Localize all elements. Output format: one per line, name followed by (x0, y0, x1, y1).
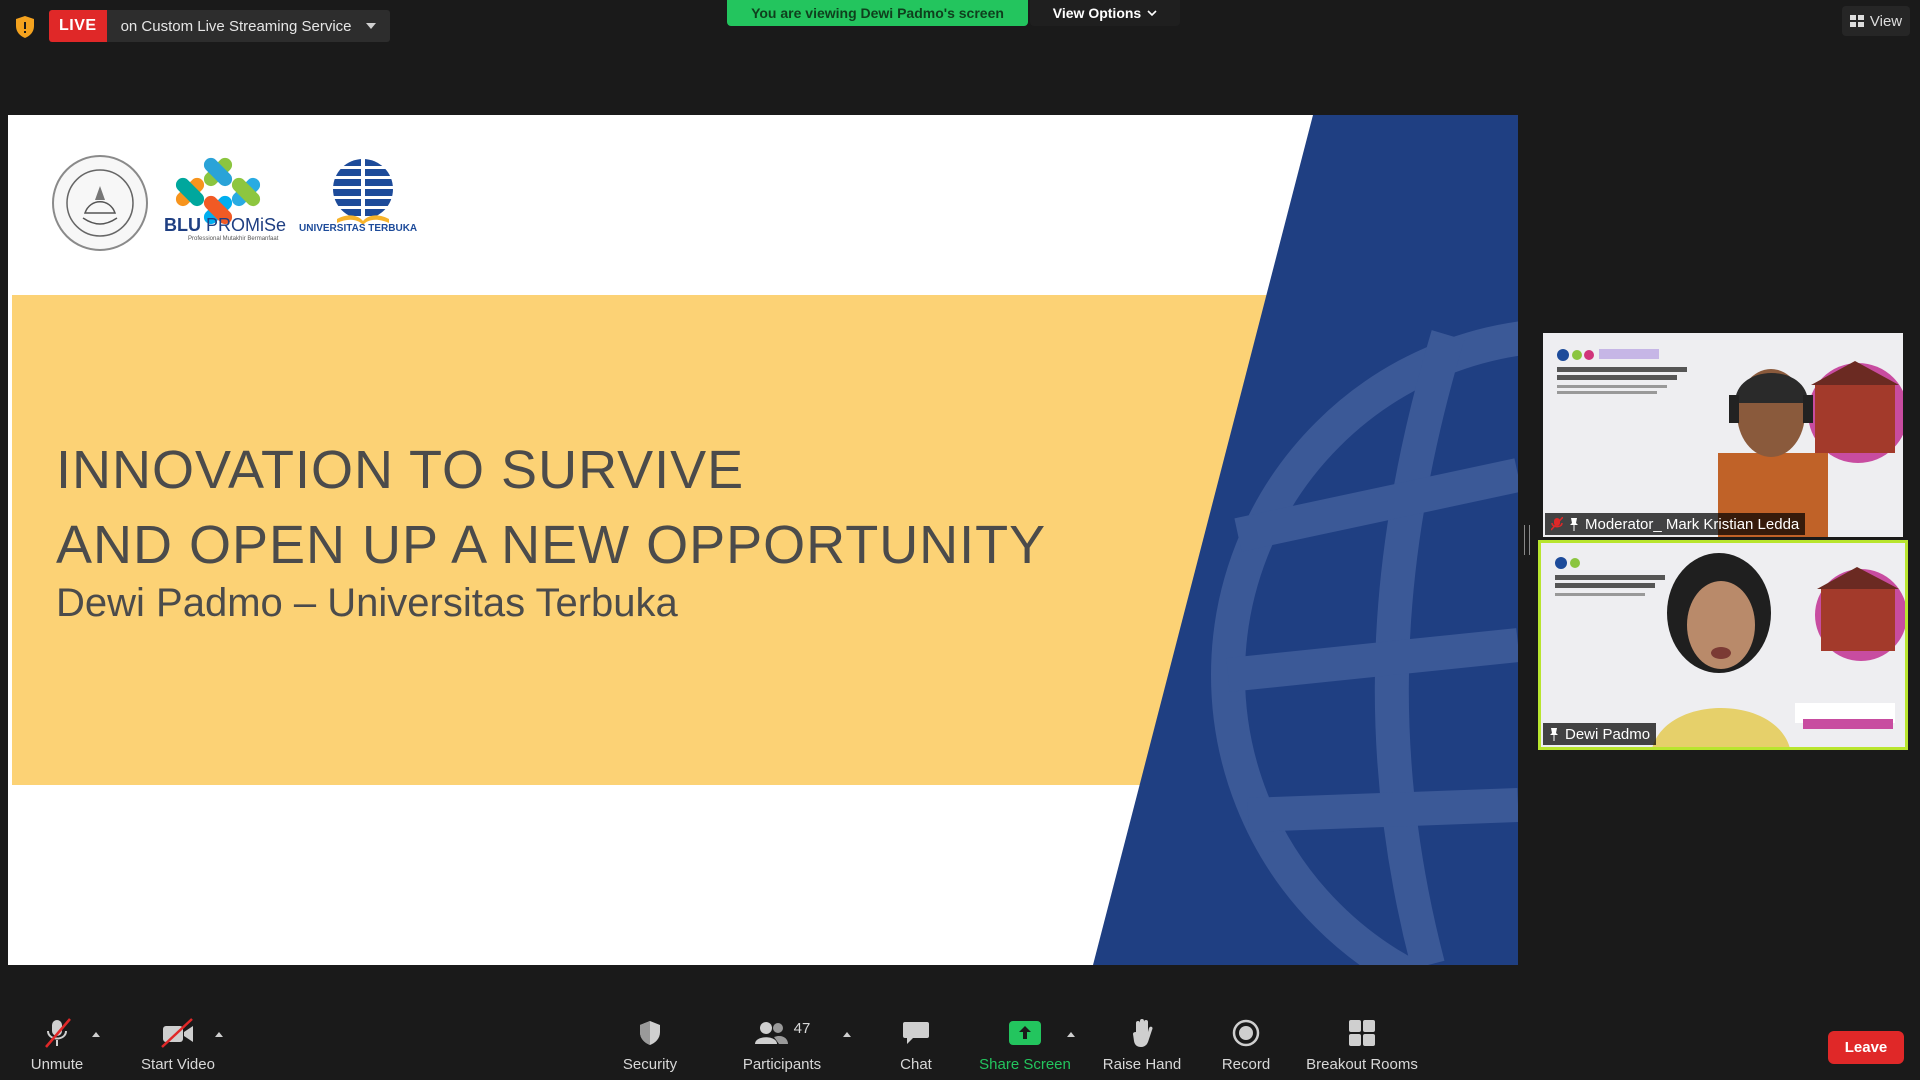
tut-wuri-handayani-logo (52, 155, 148, 251)
slide-title: INNOVATION TO SURVIVE AND OPEN UP A NEW … (56, 433, 1046, 583)
audio-options-caret[interactable] (92, 1032, 100, 1037)
record-icon (1232, 1019, 1260, 1047)
record-button[interactable]: Record (1220, 1016, 1272, 1073)
unmute-label: Unmute (30, 1056, 84, 1073)
participants-label: Participants (742, 1056, 822, 1073)
participants-options-caret[interactable] (843, 1032, 851, 1037)
view-layout-button[interactable]: View (1842, 6, 1910, 36)
video-tile-active-speaker[interactable]: Dewi Padmo (1538, 540, 1908, 750)
chat-icon (903, 1022, 929, 1044)
universitas-terbuka-logo (333, 159, 393, 225)
view-options-label: View Options (1052, 5, 1142, 21)
share-options-caret[interactable] (1067, 1032, 1075, 1037)
breakout-rooms-button[interactable]: Breakout Rooms (1306, 1016, 1418, 1073)
share-screen-label: Share Screen (979, 1056, 1071, 1073)
participant-name: Moderator_ Mark Kristian Ledda (1585, 515, 1800, 533)
pin-icon (1550, 728, 1558, 741)
security-button[interactable]: Security (618, 1016, 682, 1073)
leave-button[interactable]: Leave (1828, 1031, 1904, 1064)
breakout-rooms-icon (1349, 1020, 1375, 1046)
blu-promise-tagline: Professional Mutakhir Bermanfaat (188, 236, 279, 242)
participant-video (1541, 543, 1905, 747)
slide-subtitle: Dewi Padmo – Universitas Terbuka (56, 581, 678, 625)
meeting-toolbar (0, 1000, 1920, 1080)
universitas-terbuka-text: UNIVERSITAS TERBUKA (299, 223, 418, 234)
chat-button[interactable]: Chat (896, 1016, 936, 1073)
participants-icon (754, 1022, 788, 1044)
participant-name-tag: Dewi Padmo (1543, 723, 1657, 745)
share-screen-button[interactable]: Share Screen (979, 1016, 1071, 1073)
start-video-button[interactable]: Start Video (134, 1016, 222, 1073)
raise-hand-icon (1133, 1019, 1153, 1047)
video-tile-moderator[interactable]: Moderator_ Mark Kristian Ledda (1543, 333, 1903, 537)
participant-video (1543, 333, 1903, 537)
participant-name: Dewi Padmo (1565, 725, 1651, 743)
shield-icon[interactable] (14, 15, 36, 39)
shield-icon (640, 1021, 660, 1045)
live-badge: LIVE (49, 10, 107, 42)
participants-button[interactable]: 47 Participants (738, 1016, 826, 1074)
slide-title-line-2: AND OPEN UP A NEW OPPORTUNITY (56, 515, 1047, 575)
grid-icon (1849, 15, 1864, 27)
view-options-button[interactable]: View Options (1030, 0, 1180, 26)
security-label: Security (622, 1056, 678, 1073)
pin-icon (1570, 518, 1578, 531)
participant-name-tag: Moderator_ Mark Kristian Ledda (1545, 513, 1806, 535)
unmute-button[interactable]: Unmute (24, 1016, 90, 1073)
raise-hand-button[interactable]: Raise Hand (1102, 1016, 1182, 1073)
record-label: Record (1221, 1056, 1271, 1073)
chevron-down-icon (1147, 9, 1157, 16)
blu-promise-text: BLU PROMiSe (164, 215, 287, 235)
participants-count: 47 (793, 1019, 811, 1037)
share-screen-icon (1009, 1021, 1041, 1045)
panel-resize-handle[interactable] (1524, 525, 1530, 555)
live-service-label: on Custom Live Streaming Service (120, 17, 352, 35)
chevron-down-icon (365, 23, 376, 29)
raise-hand-label: Raise Hand (1102, 1056, 1182, 1073)
slide-title-line-1: INNOVATION TO SURVIVE (56, 440, 745, 500)
chat-label: Chat (900, 1056, 932, 1073)
video-off-icon (161, 1018, 193, 1048)
live-streaming-dropdown[interactable]: LIVE on Custom Live Streaming Service (49, 10, 390, 42)
start-video-label: Start Video (141, 1056, 215, 1073)
mic-muted-icon (1551, 517, 1563, 531)
view-label: View (1869, 12, 1903, 30)
video-options-caret[interactable] (215, 1032, 223, 1037)
shared-screen: BLU PROMiSe Professional Mutakhir Berman… (8, 115, 1518, 965)
breakout-rooms-label: Breakout Rooms (1306, 1056, 1418, 1073)
mic-muted-icon (45, 1018, 71, 1048)
viewing-screen-banner: You are viewing Dewi Padmo's screen (727, 0, 1028, 26)
